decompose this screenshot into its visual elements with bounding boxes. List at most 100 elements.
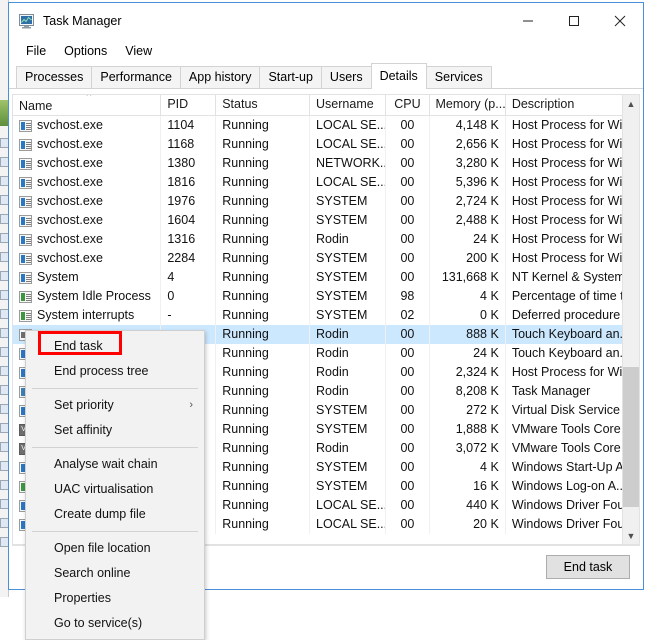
cell-memory: 2,724 K xyxy=(430,192,506,211)
column-header-description[interactable]: Description xyxy=(506,95,622,115)
menu-item-options[interactable]: Options xyxy=(55,42,116,60)
context-menu-item-end-process-tree[interactable]: End process tree xyxy=(26,359,204,384)
cell-memory: 4 K xyxy=(430,458,506,477)
column-header-status[interactable]: Status xyxy=(216,95,311,115)
cell-status: Running xyxy=(216,249,311,268)
table-row[interactable]: svchost.exe 1104 Running LOCAL SE... 00 4,148… xyxy=(13,116,622,135)
cell-memory: 3,072 K xyxy=(430,439,506,458)
tab-services[interactable]: Services xyxy=(425,66,492,88)
column-header-pid[interactable]: PID xyxy=(161,95,217,115)
cell-description: Host Process for Wi... xyxy=(511,156,622,170)
table-row[interactable]: System 4 Running SYSTEM 00 131,668 K NT Kernel… xyxy=(13,268,622,287)
tab-processes[interactable]: Processes xyxy=(16,66,93,88)
scroll-down-button[interactable]: ▼ xyxy=(623,527,639,544)
context-menu-item-label: Set priority xyxy=(54,398,114,412)
table-row[interactable]: System Idle Process 0 Running SYSTEM 98 4 K Pe… xyxy=(13,287,622,306)
window-title: Task Manager xyxy=(43,14,122,28)
cell-name-text: svchost.exe xyxy=(37,251,104,265)
column-header-name[interactable]: ^ Name xyxy=(13,95,162,115)
system-icon xyxy=(19,309,32,322)
cell-cpu: 00 xyxy=(386,192,430,211)
tab-app-history[interactable]: App history xyxy=(179,66,261,88)
scrollbar-thumb[interactable] xyxy=(623,367,639,507)
cell-status: Running xyxy=(216,515,311,534)
cell-name: svchost.exe xyxy=(13,173,162,192)
cell-cpu: 00 xyxy=(386,344,430,363)
cell-name: svchost.exe xyxy=(13,135,162,154)
table-row[interactable]: System interrupts - Running SYSTEM 02 0 K Defe… xyxy=(13,306,622,325)
cell-description: Task Manager xyxy=(511,384,591,398)
cell-cpu: 00 xyxy=(386,382,430,401)
cell-description: Host Process for Wi... xyxy=(511,213,622,227)
end-task-button[interactable]: End task xyxy=(546,555,630,579)
cell-username: SYSTEM xyxy=(310,420,387,439)
table-row[interactable]: svchost.exe 2284 Running SYSTEM 00 200 K Host … xyxy=(13,249,622,268)
vertical-scrollbar[interactable]: ▲ ▼ xyxy=(622,95,639,544)
scrollbar-track[interactable] xyxy=(623,112,639,527)
minimize-button[interactable] xyxy=(505,6,551,36)
process-context-menu[interactable]: End task End process tree Set priority › Set… xyxy=(25,330,205,640)
cell-pid: 0 xyxy=(161,287,217,306)
menu-item-file[interactable]: File xyxy=(17,42,55,60)
context-menu-item-end-task[interactable]: End task xyxy=(26,334,204,359)
cell-memory: 0 K xyxy=(430,306,506,325)
maximize-button[interactable] xyxy=(551,6,597,36)
cell-cpu: 02 xyxy=(386,306,430,325)
table-row[interactable]: svchost.exe 1976 Running SYSTEM 00 2,724 K Hos… xyxy=(13,192,622,211)
cell-description: Windows Driver Fou... xyxy=(511,517,622,531)
cell-name-text: svchost.exe xyxy=(37,175,104,189)
process-icon xyxy=(19,214,32,227)
table-row[interactable]: svchost.exe 1380 Running NETWORK... 00 3,280 … xyxy=(13,154,622,173)
tab-performance[interactable]: Performance xyxy=(91,66,181,88)
table-row[interactable]: svchost.exe 1604 Running SYSTEM 00 2,488 K Hos… xyxy=(13,211,622,230)
cell-pid: 1604 xyxy=(161,211,217,230)
column-header-memory[interactable]: Memory (p... xyxy=(430,95,506,115)
cell-cpu: 00 xyxy=(386,420,430,439)
scroll-up-button[interactable]: ▲ xyxy=(623,95,639,112)
context-menu-item-properties[interactable]: Properties xyxy=(26,586,204,611)
cell-status: Running xyxy=(216,268,311,287)
cell-description: Host Process for Wi... xyxy=(511,175,622,189)
cell-name: svchost.exe xyxy=(13,230,162,249)
tab-users[interactable]: Users xyxy=(320,66,372,88)
context-menu-item-go-to-service-s[interactable]: Go to service(s) xyxy=(26,611,204,636)
cell-description: Virtual Disk Service xyxy=(511,403,620,417)
context-menu-item-set-priority[interactable]: Set priority › xyxy=(26,393,204,418)
context-menu-item-search-online[interactable]: Search online xyxy=(26,561,204,586)
cell-cpu: 00 xyxy=(386,135,430,154)
process-icon xyxy=(19,195,32,208)
cell-memory: 24 K xyxy=(430,230,506,249)
context-menu-item-label: Open file location xyxy=(54,541,151,555)
cell-username: SYSTEM xyxy=(310,211,387,230)
context-menu-item-label: Search online xyxy=(54,566,131,580)
cell-username: SYSTEM xyxy=(310,458,387,477)
menu-item-view[interactable]: View xyxy=(116,42,161,60)
tab-details[interactable]: Details xyxy=(370,63,427,89)
cell-pid: 4 xyxy=(161,268,217,287)
table-row[interactable]: svchost.exe 1168 Running LOCAL SE... 00 2,656… xyxy=(13,135,622,154)
tab-start-up[interactable]: Start-up xyxy=(259,66,322,88)
context-menu-item-create-dump-file[interactable]: Create dump file xyxy=(26,502,204,527)
column-header-username[interactable]: Username xyxy=(310,95,387,115)
close-button[interactable] xyxy=(597,6,643,36)
context-menu-item-uac-virtualisation[interactable]: UAC virtualisation xyxy=(26,477,204,502)
cell-pid: 1976 xyxy=(161,192,217,211)
cell-status: Running xyxy=(216,135,311,154)
cell-memory: 4 K xyxy=(430,287,506,306)
table-row[interactable]: svchost.exe 1316 Running Rodin 00 24 K Host Pr… xyxy=(13,230,622,249)
cell-username: SYSTEM xyxy=(310,306,387,325)
cell-cpu: 00 xyxy=(386,268,430,287)
cell-name: svchost.exe xyxy=(13,249,162,268)
context-menu-item-set-affinity[interactable]: Set affinity xyxy=(26,418,204,443)
column-header-cpu[interactable]: CPU xyxy=(386,95,430,115)
cell-username: SYSTEM xyxy=(310,249,387,268)
context-menu-item-label: Go to service(s) xyxy=(54,616,143,630)
cell-memory: 2,488 K xyxy=(430,211,506,230)
cell-description: NT Kernel & System xyxy=(511,270,622,284)
cell-name-text: System xyxy=(37,270,79,284)
process-icon xyxy=(19,233,32,246)
table-row[interactable]: svchost.exe 1816 Running LOCAL SE... 00 5,396… xyxy=(13,173,622,192)
context-menu-item-open-file-location[interactable]: Open file location xyxy=(26,536,204,561)
context-menu-item-label: Set affinity xyxy=(54,423,113,437)
context-menu-item-analyse-wait-chain[interactable]: Analyse wait chain xyxy=(26,452,204,477)
